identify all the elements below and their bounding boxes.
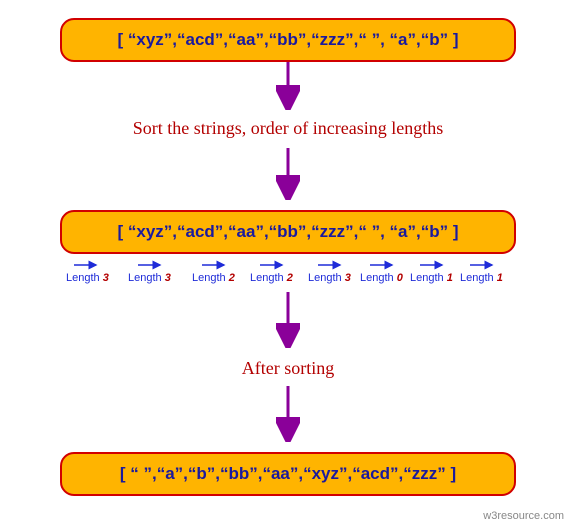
len-word-6: Length — [410, 272, 444, 284]
len-val-1: 3 — [165, 272, 171, 284]
length-label-7: Length 1 — [460, 272, 503, 284]
length-label-2: Length 2 — [192, 272, 235, 284]
len-word-2: Length — [192, 272, 226, 284]
length-label-1: Length 3 — [128, 272, 171, 284]
output-array-pill: [ “ ”,“a”,“b”,“bb”,“aa”,“xyz”,“acd”,“zzz… — [60, 452, 516, 496]
len-val-4: 3 — [345, 272, 351, 284]
len-word-3: Length — [250, 272, 284, 284]
len-word-1: Length — [128, 272, 162, 284]
arrow-1 — [276, 62, 300, 110]
len-word-4: Length — [308, 272, 342, 284]
len-val-2: 2 — [229, 272, 235, 284]
len-val-0: 3 — [103, 272, 109, 284]
length-label-3: Length 2 — [250, 272, 293, 284]
caption-step2: After sorting — [188, 358, 388, 379]
length-label-0: Length 3 — [66, 272, 109, 284]
len-val-7: 1 — [497, 272, 503, 284]
middle-array-text: [ “xyz”,“acd”,“aa”,“bb”,“zzz”,“ ”, “a”,“… — [118, 222, 459, 242]
length-label-5: Length 0 — [360, 272, 403, 284]
len-word-0: Length — [66, 272, 100, 284]
output-array-text: [ “ ”,“a”,“b”,“bb”,“aa”,“xyz”,“acd”,“zzz… — [120, 464, 456, 484]
length-label-4: Length 3 — [308, 272, 351, 284]
len-val-6: 1 — [447, 272, 453, 284]
len-word-5: Length — [360, 272, 394, 284]
site-label: w3resource.com — [483, 510, 564, 522]
input-array-text: [ “xyz”,“acd”,“aa”,“bb”,“zzz”,“ ”, “a”,“… — [118, 30, 459, 50]
arrow-3 — [276, 292, 300, 348]
len-val-3: 2 — [287, 272, 293, 284]
len-word-7: Length — [460, 272, 494, 284]
caption-step2-text: After sorting — [242, 358, 334, 378]
site-label-text: w3resource.com — [483, 510, 564, 522]
arrow-2 — [276, 148, 300, 200]
middle-array-pill: [ “xyz”,“acd”,“aa”,“bb”,“zzz”,“ ”, “a”,“… — [60, 210, 516, 254]
caption-step1: Sort the strings, order of increasing le… — [90, 118, 486, 139]
caption-step1-text: Sort the strings, order of increasing le… — [133, 118, 443, 138]
length-label-6: Length 1 — [410, 272, 453, 284]
arrow-4 — [276, 386, 300, 442]
input-array-pill: [ “xyz”,“acd”,“aa”,“bb”,“zzz”,“ ”, “a”,“… — [60, 18, 516, 62]
len-val-5: 0 — [397, 272, 403, 284]
